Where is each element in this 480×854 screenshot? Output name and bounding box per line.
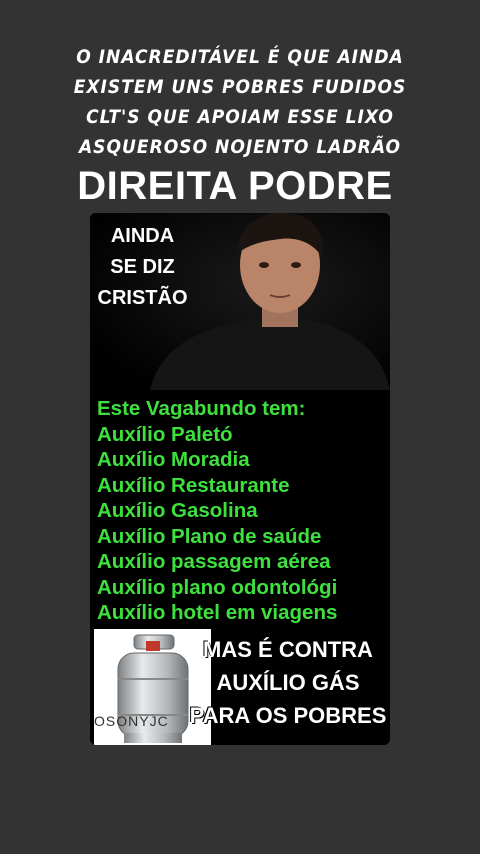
list-item: Auxílio Gasolina — [97, 499, 258, 522]
hero-line: CRISTÃO — [97, 287, 188, 309]
list-item: Auxílio Paletó — [97, 422, 233, 446]
list-item: Auxílio Restaurante — [97, 473, 290, 497]
caption-line: ASQUEROSO NOJENTO LADRÃO — [78, 136, 402, 158]
meme-card[interactable]: AINDA SE DIZ CRISTÃO Este Vagabundo tem:… — [90, 213, 390, 745]
caption-line: CLT'S QUE APOIAM ESSE LIXO — [86, 106, 394, 128]
headline: DIREITA PODRE — [77, 164, 393, 208]
bottom-line: AUXÍLIO GÁS — [216, 670, 360, 695]
hero-text: AINDA SE DIZ CRISTÃO — [90, 221, 195, 314]
hero-line: AINDA — [110, 225, 175, 247]
list-item: Este Vagabundo tem: — [97, 397, 306, 420]
list-item: Auxílio Plano de saúde — [97, 524, 322, 548]
portrait-photo: AINDA SE DIZ CRISTÃO — [90, 213, 390, 390]
bottom-text: MAS É CONTRA AUXÍLIO GÁS PARA OS POBRES — [188, 633, 388, 732]
list-item: Auxílio passagem aérea — [97, 550, 331, 573]
list-item: Auxílio hotel em viagens — [97, 601, 338, 624]
benefits-list: Este Vagabundo tem: Auxílio Paletó Auxíl… — [97, 396, 390, 626]
bottom-line: MAS É CONTRA — [203, 637, 373, 662]
caption: O INACREDITÁVEL É QUE AINDA EXISTEM UNS … — [0, 42, 480, 162]
hero-line: SE DIZ — [110, 256, 175, 278]
caption-line: EXISTEM UNS POBRES FUDIDOS — [73, 76, 407, 98]
list-item: Auxílio plano odontológi — [97, 575, 338, 599]
bottom-line: PARA OS POBRES — [189, 703, 387, 728]
list-item: Auxílio Moradia — [97, 448, 250, 471]
caption-line: O INACREDITÁVEL É QUE AINDA — [76, 46, 404, 68]
